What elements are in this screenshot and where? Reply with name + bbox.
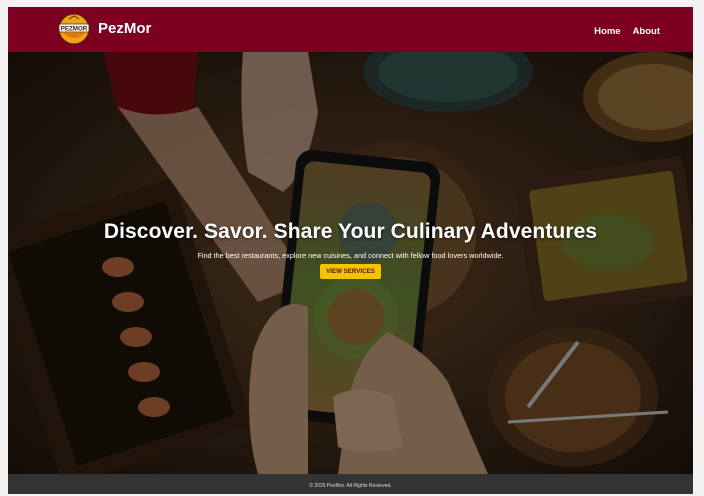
hero-subtitle: Find the best restaurants, explore new c… [197, 251, 504, 260]
main-nav: Home About [594, 26, 660, 37]
hero-title: Discover. Savor. Share Your Culinary Adv… [103, 220, 598, 243]
nav-about-link[interactable]: About [633, 26, 660, 37]
pezmor-logo[interactable]: PEZMOR [56, 13, 92, 45]
logo-text: PEZMOR [61, 26, 88, 33]
site-header: PEZMOR PezMor Home About [8, 7, 693, 52]
hero-content: Discover. Savor. Share Your Culinary Adv… [8, 220, 693, 279]
hero-section: Discover. Savor. Share Your Culinary Adv… [8, 52, 693, 474]
page-frame: PEZMOR PezMor Home About Discover. Savor… [8, 7, 693, 494]
site-footer: © 2025 PezMor. All Rights Reserved. [8, 474, 693, 494]
footer-copyright: © 2025 PezMor. All Rights Reserved. [309, 483, 392, 489]
view-services-button[interactable]: VIEW SERVICES [320, 264, 381, 279]
brand-name[interactable]: PezMor [98, 20, 151, 37]
nav-home-link[interactable]: Home [594, 26, 620, 37]
